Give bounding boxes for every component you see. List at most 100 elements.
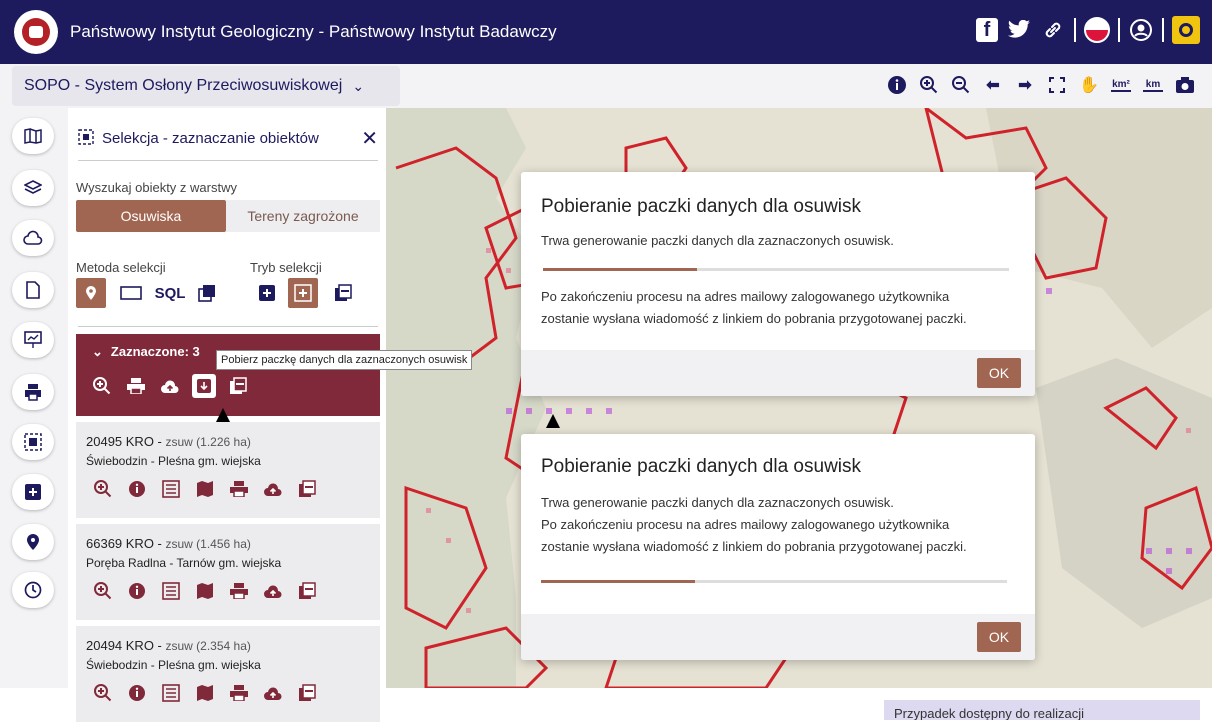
selected-header[interactable]: ⌄ Zaznaczone: 3	[92, 344, 200, 360]
chevron-down-icon: ⌄	[352, 77, 365, 94]
ok-button[interactable]: OK	[977, 358, 1021, 388]
modal-footer: OK	[521, 350, 1035, 396]
map-toolbar: ⬅ ➡ ✋ km² km	[884, 72, 1198, 98]
zoom-to-selection-icon[interactable]	[90, 374, 114, 398]
copy-method-button[interactable]	[194, 278, 220, 308]
zoom-out-icon[interactable]	[948, 72, 974, 98]
result-id: 20494 KRO	[86, 638, 154, 653]
fullscreen-icon[interactable]	[1044, 72, 1070, 98]
zoom-in-icon[interactable]	[916, 72, 942, 98]
union-mode-button[interactable]	[288, 278, 318, 308]
print-icon[interactable]	[124, 374, 148, 398]
details-icon[interactable]	[160, 478, 182, 500]
divider	[1118, 18, 1120, 42]
hand-icon[interactable]: ✋	[1076, 72, 1102, 98]
upload-cloud-icon[interactable]	[158, 374, 182, 398]
pig-logo[interactable]	[14, 10, 58, 54]
upload-cloud-icon[interactable]	[262, 580, 284, 602]
selected-count: Zaznaczone: 3	[110, 344, 200, 359]
twitter-icon[interactable]	[1006, 16, 1032, 44]
result-id: 66369 KRO	[86, 536, 154, 551]
info-icon[interactable]	[126, 682, 148, 704]
result-card[interactable]: 66369 KRO - zsuw (1.456 ha) Poręba Radln…	[76, 524, 380, 620]
book-icon[interactable]	[12, 118, 54, 154]
upload-cloud-icon[interactable]	[262, 682, 284, 704]
add-mode-button[interactable]	[254, 278, 280, 308]
selected-section: ⌄ Zaznaczone: 3	[76, 334, 380, 416]
details-icon[interactable]	[160, 682, 182, 704]
result-id: 20495 KRO	[86, 434, 154, 449]
map-icon[interactable]	[194, 682, 216, 704]
ok-button[interactable]: OK	[977, 622, 1021, 652]
result-desc: zsuw (1.226 ha)	[165, 435, 251, 449]
top-bar: Państwowy Instytut Geologiczny - Państwo…	[0, 0, 1212, 64]
print-icon[interactable]	[12, 374, 54, 410]
rectangle-method-button[interactable]	[118, 278, 144, 308]
result-place: Poręba Radlna - Tarnów gm. wiejska	[86, 556, 282, 570]
document-icon[interactable]	[12, 272, 54, 308]
info-icon[interactable]	[126, 478, 148, 500]
subtract-mode-button[interactable]	[330, 278, 356, 308]
user-icon[interactable]	[1128, 16, 1154, 44]
progress-bar	[543, 268, 1009, 271]
location-pin-icon[interactable]	[12, 524, 54, 560]
polish-flag-icon[interactable]	[1084, 17, 1110, 43]
add-icon[interactable]	[12, 474, 54, 510]
info-icon[interactable]	[884, 72, 910, 98]
progress-fill	[541, 580, 695, 583]
modal-text: Po zakończeniu procesu na adres mailowy …	[541, 289, 950, 304]
modal-text: zostanie wysłana wiadomość z linkiem do …	[541, 539, 967, 554]
system-selector[interactable]: SOPO - System Osłony Przeciwosuwiskowej …	[12, 66, 400, 106]
remove-icon[interactable]	[296, 682, 318, 704]
mouse-cursor	[216, 408, 230, 422]
layers-icon[interactable]	[12, 170, 54, 206]
eye-icon[interactable]	[1172, 16, 1200, 44]
info-icon[interactable]	[126, 580, 148, 602]
selection-icon[interactable]	[12, 424, 54, 460]
link-icon[interactable]	[1040, 16, 1066, 44]
facebook-icon[interactable]: f	[976, 18, 998, 42]
mouse-cursor	[546, 414, 560, 428]
upload-cloud-icon[interactable]	[262, 478, 284, 500]
zoom-icon[interactable]	[92, 580, 114, 602]
print-icon[interactable]	[228, 580, 250, 602]
divider	[1074, 18, 1076, 42]
divider	[78, 160, 378, 161]
remove-icon[interactable]	[296, 580, 318, 602]
arrow-left-icon[interactable]: ⬅	[980, 72, 1006, 98]
chevron-down-icon: ⌄	[92, 344, 103, 359]
print-icon[interactable]	[228, 478, 250, 500]
camera-icon[interactable]	[1172, 72, 1198, 98]
point-method-button[interactable]	[76, 278, 106, 308]
download-modal: Pobieranie paczki danych dla osuwisk Trw…	[521, 172, 1035, 396]
panel-title: Selekcja - zaznaczanie obiektów	[102, 130, 319, 147]
details-icon[interactable]	[160, 580, 182, 602]
result-desc: zsuw (2.354 ha)	[165, 639, 251, 653]
arrow-right-icon[interactable]: ➡	[1012, 72, 1038, 98]
close-icon[interactable]: ✕	[361, 126, 378, 151]
availability-note: Przypadek dostępny do realizacji	[884, 700, 1200, 720]
divider	[1162, 18, 1164, 42]
result-card[interactable]: 20495 KRO - zsuw (1.226 ha) Świebodzin -…	[76, 422, 380, 518]
measure-area-icon[interactable]: km²	[1108, 72, 1134, 98]
tab-threatened-areas[interactable]: Tereny zagrożone	[226, 200, 380, 232]
sql-method-button[interactable]: SQL	[152, 278, 188, 308]
presentation-icon[interactable]	[12, 322, 54, 358]
measure-distance-icon[interactable]: km	[1140, 72, 1166, 98]
download-modal: Pobieranie paczki danych dla osuwisk Trw…	[521, 434, 1035, 660]
map-icon[interactable]	[194, 478, 216, 500]
print-icon[interactable]	[228, 682, 250, 704]
method-label: Metoda selekcji	[76, 260, 166, 275]
modal-text: zostanie wysłana wiadomość z linkiem do …	[541, 311, 967, 326]
zoom-icon[interactable]	[92, 478, 114, 500]
clock-icon[interactable]	[12, 572, 54, 608]
download-package-icon[interactable]	[192, 374, 216, 398]
remove-icon[interactable]	[296, 478, 318, 500]
zoom-icon[interactable]	[92, 682, 114, 704]
result-place: Świebodzin - Pleśna gm. wiejska	[86, 454, 261, 468]
tab-landslides[interactable]: Osuwiska	[76, 200, 226, 232]
cloud-icon[interactable]	[12, 220, 54, 256]
map-icon[interactable]	[194, 580, 216, 602]
result-card[interactable]: 20494 KRO - zsuw (2.354 ha) Świebodzin -…	[76, 626, 380, 722]
clear-selection-icon[interactable]	[226, 374, 250, 398]
